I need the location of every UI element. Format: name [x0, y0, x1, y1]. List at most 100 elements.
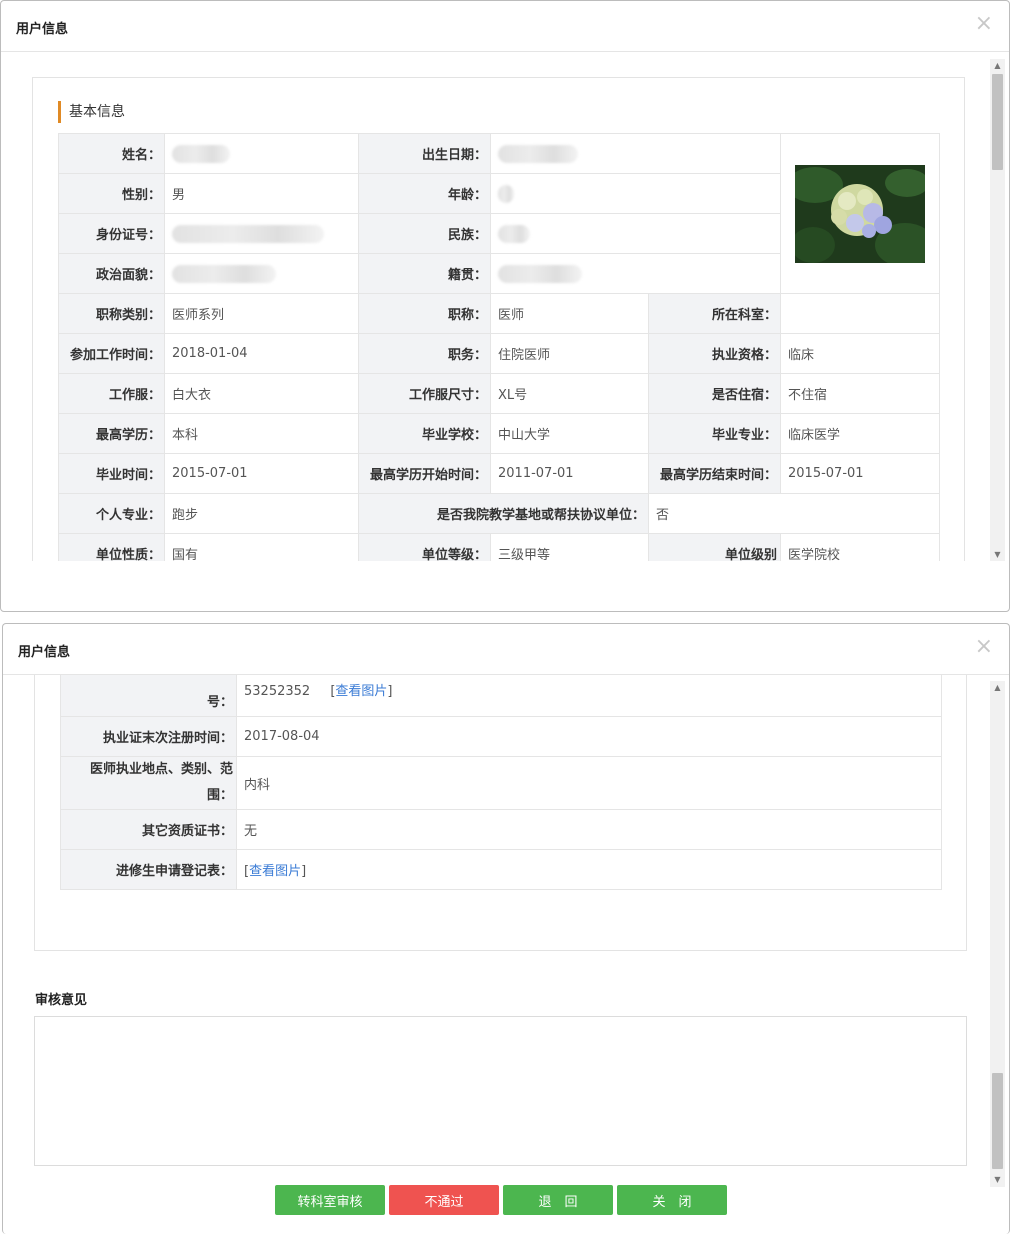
label-position: 职务：	[358, 333, 491, 374]
table-row: 工作服： 白大衣 工作服尺寸： XL号 是否住宿： 不住宿	[58, 373, 940, 414]
redacted-value	[498, 184, 514, 203]
redacted-value	[172, 264, 276, 283]
modal-body: 号： 53252352 [查看图片] 执业证末次注册时间： 2017-08-04…	[3, 675, 1009, 1234]
redacted-value	[498, 144, 578, 163]
value-edu: 本科	[164, 413, 359, 454]
table-row: 参加工作时间： 2018-01-04 职务： 住院医师 执业资格： 临床	[58, 333, 940, 374]
label-age: 年龄：	[358, 173, 491, 214]
value-base-unit: 否	[648, 493, 940, 534]
value-edu-end: 2015-07-01	[780, 453, 940, 494]
value-position: 住院医师	[490, 333, 649, 374]
table-row: 姓名： 出生日期：	[58, 133, 940, 294]
value-grad-time: 2015-07-01	[164, 453, 359, 494]
table-row: 执业证末次注册时间： 2017-08-04	[60, 716, 942, 757]
value-lodging: 不住宿	[780, 373, 940, 414]
table-row: 其它资质证书： 无	[60, 809, 942, 850]
label-political: 政治面貌：	[58, 253, 165, 294]
table-row: 职称类别： 医师系列 职称： 医师 所在科室：	[58, 293, 940, 334]
label-practice-scope-line1: 医师执业地点、类别、范	[89, 762, 233, 777]
return-button[interactable]: 退 回	[503, 1185, 613, 1215]
value-edu-start: 2011-07-01	[490, 453, 649, 494]
value-school: 中山大学	[490, 413, 649, 454]
view-image-link[interactable]: 查看图片	[335, 684, 387, 699]
redacted-value	[498, 224, 530, 243]
modal-body: 基本信息 姓名： 出生日期： 性别： 男 年龄： 身份证号： 民族： 政治面貌：…	[1, 52, 1009, 561]
value-application-form: [查看图片]	[236, 849, 942, 890]
label-title: 职称：	[358, 293, 491, 334]
label-idcard: 身份证号：	[58, 213, 165, 254]
value-unit-nature: 国有	[164, 533, 359, 561]
label-title-type: 职称类别：	[58, 293, 165, 334]
action-buttons: 转科室审核 不通过 退 回 关 闭	[275, 1185, 727, 1215]
redacted-value	[172, 144, 230, 163]
scroll-up-icon[interactable]: ▲	[990, 681, 1005, 695]
label-ethnic: 民族：	[358, 213, 491, 254]
redacted-value	[172, 224, 324, 243]
close-icon[interactable]: ×	[975, 13, 993, 35]
vertical-scrollbar[interactable]: ▲ ▼	[990, 59, 1005, 561]
value-name	[164, 133, 359, 174]
table-row: 单位性质： 国有 单位等级： 三级甲等 单位级别 医学院校	[58, 533, 940, 561]
scroll-up-icon[interactable]: ▲	[990, 59, 1005, 73]
photo-cell	[780, 133, 940, 294]
scroll-down-icon[interactable]: ▼	[990, 548, 1005, 561]
user-photo	[795, 164, 925, 263]
modal-title: 用户信息	[16, 22, 69, 37]
label-dept: 所在科室：	[648, 293, 781, 334]
label-lodging: 是否住宿：	[648, 373, 781, 414]
label-qualification: 执业资格：	[648, 333, 781, 374]
reject-button[interactable]: 不通过	[389, 1185, 499, 1215]
label-edu-start: 最高学历开始时间：	[358, 453, 491, 494]
value-work-start: 2018-01-04	[164, 333, 359, 374]
table-row: 个人专业： 跑步 是否我院教学基地或帮扶协议单位： 否	[58, 493, 940, 534]
section-title: 基本信息	[58, 101, 125, 123]
scroll-down-icon[interactable]: ▼	[990, 1173, 1005, 1187]
close-button[interactable]: 关 闭	[617, 1185, 727, 1215]
redacted-value	[498, 264, 582, 283]
vertical-scrollbar[interactable]: ▲ ▼	[990, 681, 1005, 1187]
value-major: 临床医学	[780, 413, 940, 454]
table-row: 毕业时间： 2015-07-01 最高学历开始时间： 2011-07-01 最高…	[58, 453, 940, 494]
table-row: 最高学历： 本科 毕业学校： 中山大学 毕业专业： 临床医学	[58, 413, 940, 454]
close-icon[interactable]: ×	[975, 636, 993, 658]
audit-title: 审核意见	[35, 993, 88, 1008]
label-unit-grade: 单位等级：	[358, 533, 491, 561]
value-title-type: 医师系列	[164, 293, 359, 334]
label-practice-scope: 医师执业地点、类别、范 围：	[60, 756, 237, 810]
label-native: 籍贯：	[358, 253, 491, 294]
label-specialty: 个人专业：	[58, 493, 165, 534]
label-practice-scope-line2: 围：	[206, 788, 233, 803]
table-row: 进修生申请登记表： [查看图片]	[60, 849, 942, 890]
value-idcard	[164, 213, 359, 254]
label-application-form: 进修生申请登记表：	[60, 849, 237, 890]
scroll-thumb[interactable]	[992, 1073, 1003, 1169]
label-birth: 出生日期：	[358, 133, 491, 174]
modal-header: 用户信息 ×	[3, 624, 1009, 675]
value-title: 医师	[490, 293, 649, 334]
label-edu: 最高学历：	[58, 413, 165, 454]
value-unit-level: 医学院校	[780, 533, 940, 561]
modal-header: 用户信息 ×	[1, 1, 1009, 52]
label-major: 毕业专业：	[648, 413, 781, 454]
value-dept	[780, 293, 940, 334]
label-license-number: 号：	[60, 675, 237, 717]
value-other-certs: 无	[236, 809, 942, 850]
table-row: 医师执业地点、类别、范 围： 内科	[60, 756, 942, 810]
user-info-modal-bottom: 用户信息 × 号： 53252352 [查看图片] 执业证末次注册时间： 201…	[2, 623, 1010, 1234]
transfer-dept-review-button[interactable]: 转科室审核	[275, 1185, 385, 1215]
value-birth	[490, 133, 781, 174]
label-school: 毕业学校：	[358, 413, 491, 454]
view-image-link[interactable]: 查看图片	[249, 864, 301, 879]
value-qualification: 临床	[780, 333, 940, 374]
value-gender: 男	[164, 173, 359, 214]
label-grad-time: 毕业时间：	[58, 453, 165, 494]
basic-info-table: 姓名： 出生日期： 性别： 男 年龄： 身份证号： 民族： 政治面貌： 籍贯： …	[58, 133, 940, 561]
label-unit-nature: 单位性质：	[58, 533, 165, 561]
audit-opinion-input[interactable]	[34, 1016, 967, 1166]
value-last-registration: 2017-08-04	[236, 716, 942, 757]
value-specialty: 跑步	[164, 493, 359, 534]
value-practice-scope: 内科	[236, 756, 942, 810]
table-row: 号： 53252352 [查看图片]	[60, 675, 942, 717]
scroll-thumb[interactable]	[992, 74, 1003, 170]
value-unit-grade: 三级甲等	[490, 533, 649, 561]
